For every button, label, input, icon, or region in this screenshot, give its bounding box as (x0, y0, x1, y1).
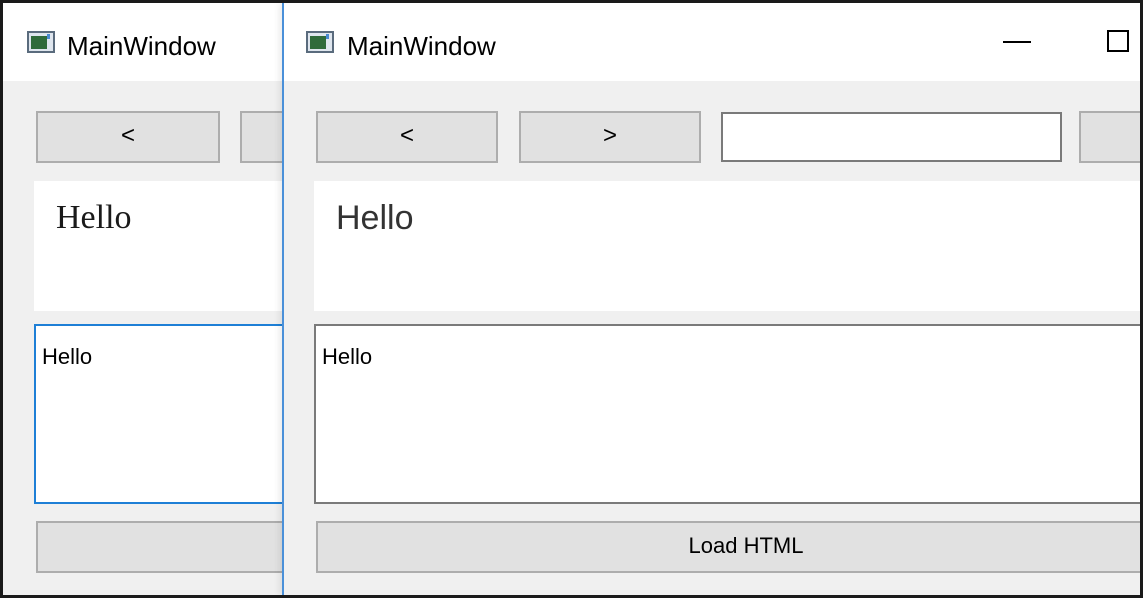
forward-button[interactable]: > (519, 111, 701, 163)
go-button[interactable] (1079, 111, 1140, 163)
load-html-button[interactable] (36, 521, 303, 573)
window-app-icon (27, 31, 55, 53)
screenshot-stage: MainWindow < Hello Hello MainWindow < > (0, 0, 1143, 598)
url-input[interactable] (721, 112, 1062, 162)
window-title: MainWindow (67, 31, 216, 61)
minimize-icon[interactable] (1003, 41, 1031, 43)
editor-text: Hello (42, 344, 93, 369)
main-window-back: MainWindow < Hello Hello (3, 3, 303, 595)
window-title: MainWindow (347, 31, 496, 61)
html-editor[interactable]: Hello (314, 324, 1140, 504)
html-editor[interactable]: Hello (34, 324, 303, 504)
maximize-icon[interactable] (1107, 30, 1129, 52)
web-view-text: Hello (56, 199, 132, 236)
window-app-icon (306, 31, 334, 53)
main-window-front: MainWindow < > Hello Hello Load HTML (282, 3, 1140, 595)
web-view[interactable]: Hello (314, 181, 1140, 311)
back-button[interactable]: < (36, 111, 220, 163)
web-view[interactable]: Hello (34, 181, 303, 311)
back-button[interactable]: < (316, 111, 498, 163)
load-html-button[interactable]: Load HTML (316, 521, 1140, 573)
web-view-text: Hello (336, 199, 414, 237)
editor-text: Hello (322, 344, 373, 369)
title-bar[interactable]: MainWindow (284, 3, 1140, 81)
title-bar[interactable]: MainWindow (3, 3, 303, 81)
